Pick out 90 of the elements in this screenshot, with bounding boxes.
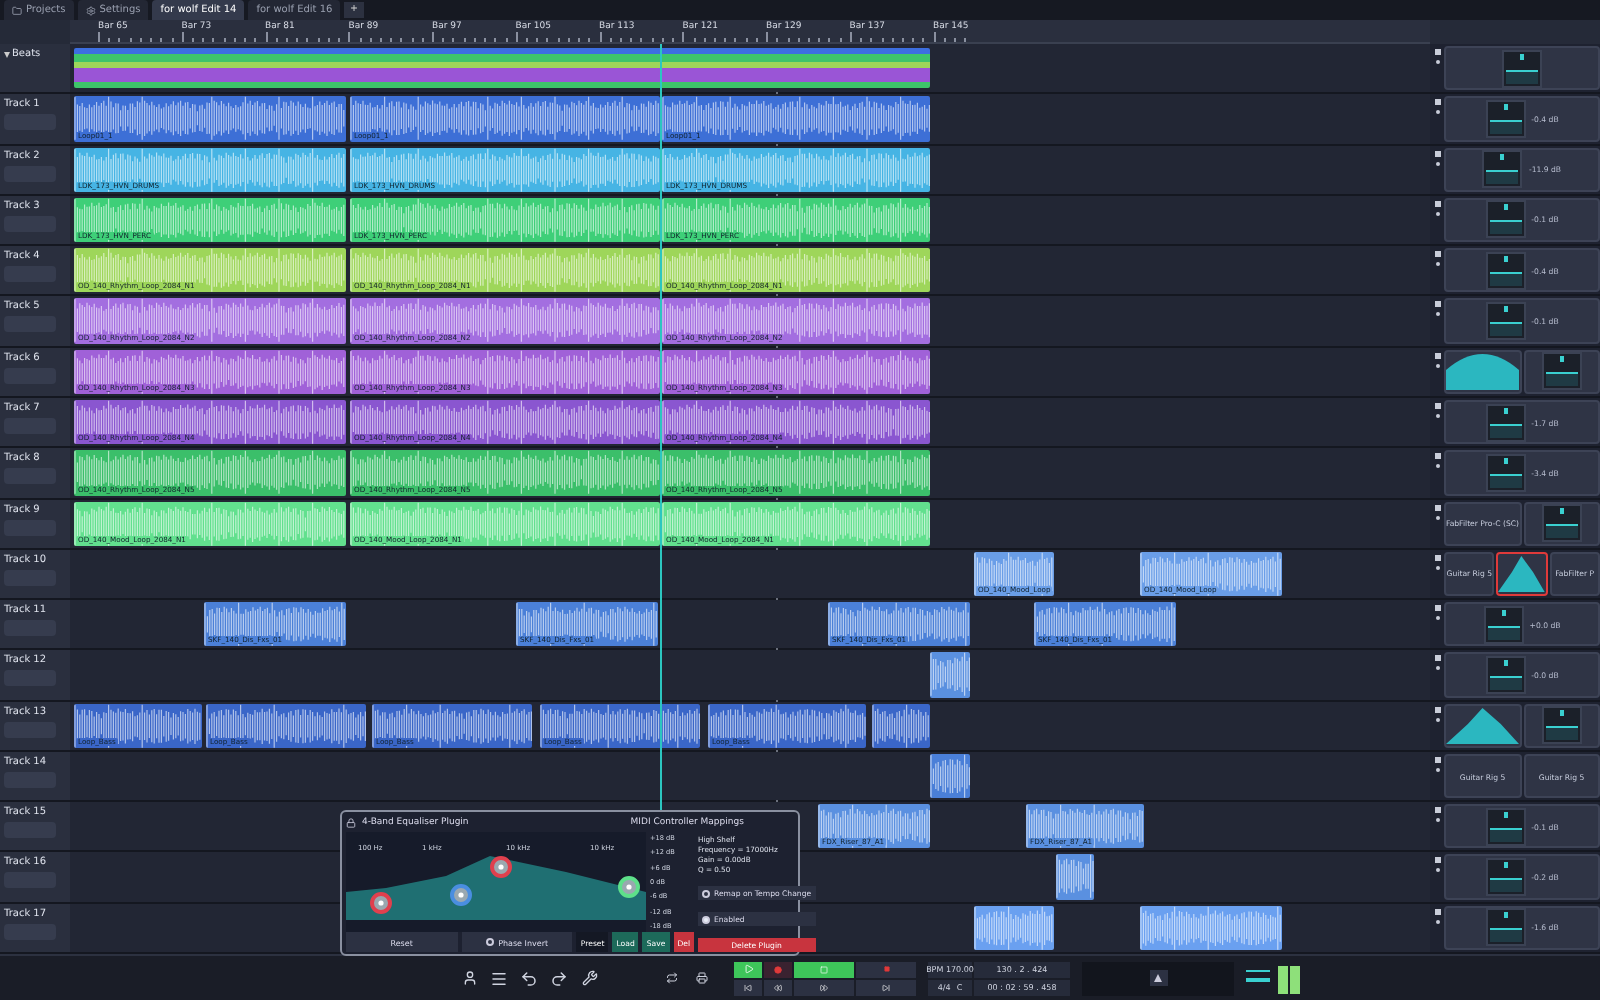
- channel-icon[interactable]: [1433, 351, 1441, 360]
- channel-icon[interactable]: [1433, 452, 1441, 461]
- channel-icon[interactable]: [1433, 48, 1441, 56]
- waveform-drawing: [974, 551, 1054, 597]
- channel-icon[interactable]: [1433, 553, 1441, 562]
- waveform-drawing: [818, 804, 930, 849]
- channel-icon[interactable]: [1433, 654, 1441, 663]
- band-handle[interactable]: [618, 876, 640, 898]
- fader-widget[interactable]: [1502, 49, 1542, 88]
- plugin-slot[interactable]: [1444, 349, 1521, 394]
- channel-icon[interactable]: [1433, 98, 1441, 107]
- fader-widget[interactable]: [1482, 150, 1523, 189]
- waveform-drawing: [828, 602, 970, 647]
- fader-widget[interactable]: [1485, 200, 1526, 239]
- plugin-slot[interactable]: [1496, 551, 1548, 597]
- channel-icon[interactable]: [1433, 401, 1441, 410]
- channel-icon[interactable]: [1433, 300, 1441, 309]
- fader-widget[interactable]: [1541, 706, 1582, 745]
- skip-back-button[interactable]: [734, 979, 762, 995]
- square-icon: [820, 965, 828, 973]
- audio-clip[interactable]: [930, 652, 970, 698]
- waveform-drawing: [1140, 905, 1282, 950]
- channel-icon[interactable]: [1433, 149, 1441, 158]
- waveform-drawing: [930, 753, 970, 799]
- loop-button[interactable]: [794, 961, 854, 977]
- waveform-drawing: [1140, 551, 1282, 597]
- channel-icon[interactable]: [1433, 806, 1441, 815]
- waveform-drawing: [872, 703, 930, 748]
- rewind-button[interactable]: [764, 979, 792, 995]
- fader-widget[interactable]: [1485, 403, 1526, 442]
- level-meter-drawing: [1246, 961, 1306, 995]
- eq-curve-icon: [1498, 555, 1546, 592]
- waveform-drawing: [1034, 602, 1176, 647]
- audio-clip[interactable]: [1056, 854, 1094, 900]
- channel-icon[interactable]: [1433, 199, 1441, 208]
- audio-clip[interactable]: [1140, 905, 1282, 950]
- fader-widget[interactable]: [1485, 302, 1526, 341]
- fader-widget[interactable]: [1541, 352, 1582, 391]
- channel-icon[interactable]: [1433, 705, 1441, 714]
- caret-icon[interactable]: [4, 51, 10, 57]
- waveform-drawing: [1056, 854, 1094, 900]
- band-handle[interactable]: [370, 892, 392, 914]
- waveform-drawing: [974, 905, 1054, 950]
- channel-icon[interactable]: [1433, 755, 1441, 764]
- waveform-drawing: [1026, 804, 1144, 849]
- record-button[interactable]: [764, 961, 792, 977]
- skip-forward-icon: [882, 983, 890, 991]
- band-handle[interactable]: [490, 856, 512, 878]
- rewind-icon: [774, 983, 782, 991]
- tempo-button[interactable]: [1149, 970, 1167, 986]
- skip-forward-button[interactable]: [856, 979, 916, 995]
- skip-back-icon: [744, 983, 752, 991]
- fader-widget[interactable]: [1541, 504, 1582, 543]
- audio-clip[interactable]: [930, 753, 970, 799]
- fader-widget[interactable]: [1485, 251, 1526, 290]
- waveform-drawing: [516, 602, 658, 647]
- channel-icon[interactable]: [1433, 250, 1441, 259]
- waveform-drawing: [204, 602, 346, 647]
- plugin-slot[interactable]: [1523, 349, 1600, 394]
- record-icon: [774, 965, 782, 973]
- fader-widget[interactable]: [1485, 655, 1526, 694]
- stop-icon: [883, 966, 889, 972]
- eq-curve-icon: [1446, 707, 1519, 744]
- fast-forward-icon: [820, 983, 828, 991]
- folder-icon: [12, 5, 22, 15]
- fast-forward-button[interactable]: [794, 979, 854, 995]
- channel-icon[interactable]: [1433, 604, 1441, 613]
- settings-icon: [85, 5, 96, 15]
- audio-clip[interactable]: [872, 703, 930, 748]
- fader-widget[interactable]: [1485, 908, 1526, 947]
- waveform-drawing: [930, 652, 970, 698]
- plugin-slot[interactable]: [1523, 501, 1600, 546]
- play-icon: [743, 964, 753, 974]
- fader-widget[interactable]: [1485, 858, 1526, 897]
- plugin-slot[interactable]: [1444, 703, 1521, 748]
- lock-icon[interactable]: [346, 818, 356, 828]
- eq-curve-icon: [1446, 353, 1519, 390]
- fader-widget[interactable]: [1485, 453, 1526, 492]
- play-button[interactable]: [734, 961, 762, 977]
- fader-widget[interactable]: [1485, 99, 1526, 138]
- fader-widget[interactable]: [1485, 807, 1526, 846]
- waveform-drawing: [74, 703, 202, 748]
- channel-icon[interactable]: [1433, 907, 1441, 916]
- band-handle[interactable]: [450, 884, 472, 906]
- audio-clip[interactable]: [974, 905, 1054, 950]
- folder-overview-clip[interactable]: [74, 48, 930, 89]
- plugin-slot[interactable]: [1523, 703, 1600, 748]
- fader-widget[interactable]: [1483, 605, 1524, 644]
- channel-icon[interactable]: [1433, 503, 1441, 511]
- channel-icon[interactable]: [1433, 856, 1441, 865]
